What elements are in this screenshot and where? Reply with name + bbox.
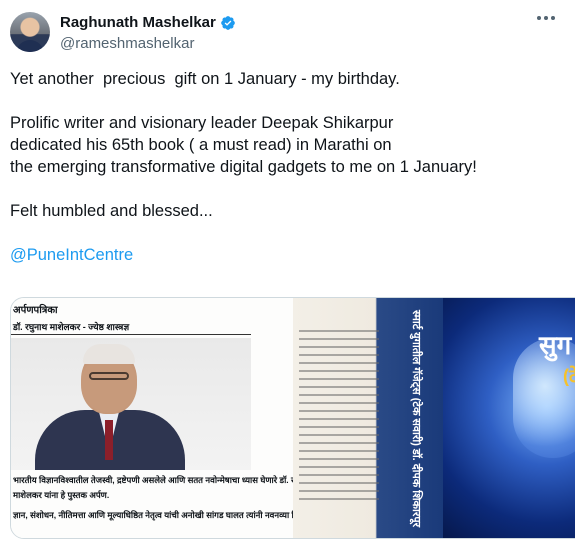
tweet-line: Felt humbled and blessed... (10, 202, 213, 220)
book-cover-image: सुग (टेक (443, 298, 575, 538)
dedication-page-image: अर्पणपत्रिका डॉ. रघुनाथ माशेलकर - ज्येष्… (11, 298, 312, 538)
cover-title: सुग (539, 330, 572, 360)
book-back-and-spine-image: स्मार्ट युगातील गॅजेट्स (टेक सवारी) डॉ. … (293, 298, 443, 538)
tweet-line: Yet another precious gift on 1 January -… (10, 70, 400, 88)
more-options-icon[interactable] (537, 16, 555, 20)
tweet-line: dedicated his 65th book ( a must read) i… (10, 136, 392, 154)
dedication-text: भारतीय विज्ञानविश्वातील तेजस्वी, द्रष्टे… (13, 475, 312, 485)
book-spine-title: स्मार्ट युगातील गॅजेट्स (टेक सवारी) डॉ. … (410, 310, 422, 528)
text-column (299, 324, 379, 506)
tweet-header: Raghunath Mashelkar @rameshmashelkar (10, 12, 575, 56)
dedication-name: डॉ. रघुनाथ माशेलकर - ज्येष्ठ शास्त्रज्ञ (13, 322, 130, 332)
author-name-row: Raghunath Mashelkar (60, 14, 236, 31)
tweet-line: the emerging transformative digital gadg… (10, 158, 477, 176)
tweet-text: Yet another precious gift on 1 January -… (10, 68, 570, 266)
divider (11, 334, 251, 335)
author-name[interactable]: Raghunath Mashelkar (60, 14, 216, 31)
author-handle[interactable]: @rameshmashelkar (60, 35, 194, 52)
portrait-photo (11, 338, 251, 470)
mention-link[interactable]: @PuneIntCentre (10, 246, 133, 264)
cover-subtitle: (टेक (563, 366, 575, 386)
dedication-text: माशेलकर यांना हे पुस्तक अर्पण. (13, 490, 110, 500)
avatar[interactable] (10, 12, 50, 52)
tweet-line: Prolific writer and visionary leader Dee… (10, 114, 394, 132)
tweet-media[interactable]: अर्पणपत्रिका डॉ. रघुनाथ माशेलकर - ज्येष्… (10, 297, 575, 539)
dedication-heading: अर्पणपत्रिका (13, 305, 58, 316)
dedication-text: ज्ञान, संशोधन, नीतिमत्ता आणि मूल्याधिष्ठ… (13, 510, 305, 520)
verified-badge-icon (221, 15, 235, 30)
